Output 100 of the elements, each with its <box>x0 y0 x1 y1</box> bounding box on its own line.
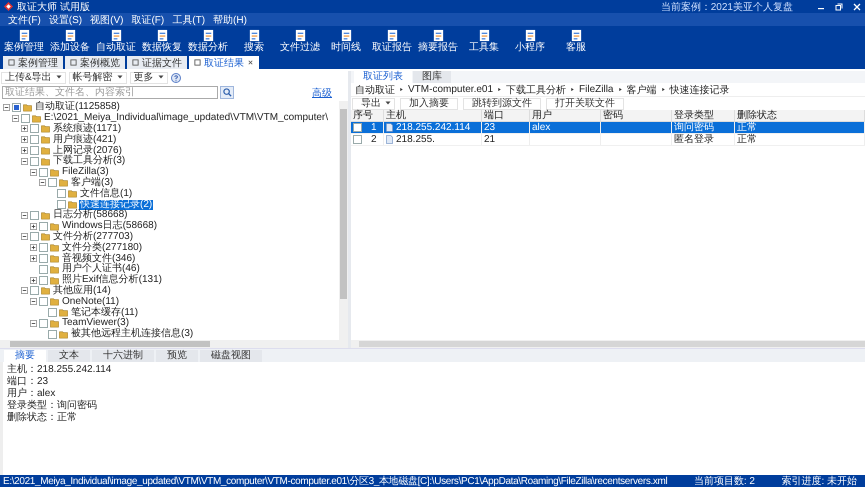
checkbox[interactable] <box>39 168 48 177</box>
toolbar-button[interactable]: 数据分析 <box>186 28 230 52</box>
tree-item[interactable]: 日志分析(58668) <box>52 210 128 220</box>
tab[interactable]: 证据文件 <box>127 56 187 69</box>
tab[interactable]: 图库 <box>413 71 451 83</box>
tree-item[interactable]: 自动取证(1125858) <box>34 102 121 112</box>
breadcrumb-item[interactable]: 自动取证 <box>355 82 395 96</box>
tree-item[interactable]: 音视频文件(346) <box>61 254 136 264</box>
expand-toggle[interactable] <box>21 136 28 144</box>
dropdown-button[interactable]: 更多 <box>130 72 168 84</box>
collapse-toggle[interactable] <box>39 179 46 186</box>
toolbar-button[interactable]: 搜索 <box>232 28 276 52</box>
tree-item[interactable]: 下载工具分析(3) <box>52 156 126 166</box>
checkbox[interactable] <box>12 102 21 112</box>
restore-icon[interactable] <box>835 2 843 10</box>
toolbar-button[interactable]: 打开关联文件 <box>546 98 624 110</box>
expand-toggle[interactable] <box>30 244 37 252</box>
checkbox[interactable] <box>57 189 66 198</box>
tab[interactable]: 文本 <box>48 350 90 362</box>
toolbar-button[interactable]: 工具集 <box>462 28 506 52</box>
checkbox[interactable] <box>39 276 48 285</box>
column-header[interactable]: 端口 <box>482 110 530 121</box>
tree-item[interactable]: 文件分类(277180) <box>61 242 144 253</box>
tree-item[interactable]: FileZilla(3) <box>61 167 110 178</box>
collapse-toggle[interactable] <box>21 287 28 294</box>
checkbox[interactable] <box>39 264 48 274</box>
column-header[interactable]: 密码 <box>601 110 672 121</box>
expand-toggle[interactable] <box>30 276 37 284</box>
collapse-toggle[interactable] <box>30 298 37 306</box>
tab[interactable]: 摘要 <box>4 350 46 362</box>
breadcrumb-item[interactable]: 下载工具分析 <box>506 82 566 96</box>
tab[interactable]: 磁盘视图 <box>200 350 262 362</box>
column-header[interactable]: 删除状态 <box>735 110 865 121</box>
checkbox[interactable] <box>30 210 39 220</box>
table-row[interactable]: 2 218.255. 21 匿名登录 正常 <box>351 134 865 146</box>
column-header[interactable]: 登录类型 <box>672 110 735 121</box>
expand-toggle[interactable] <box>30 222 37 230</box>
checkbox[interactable] <box>353 135 362 144</box>
horizontal-scrollbar[interactable] <box>351 340 865 348</box>
checkbox[interactable] <box>353 123 362 132</box>
checkbox[interactable] <box>48 178 57 188</box>
breadcrumb-item[interactable]: 客户端 <box>626 82 656 96</box>
menu-item[interactable]: 文件(F) <box>4 12 45 26</box>
vertical-scrollbar[interactable] <box>339 101 348 340</box>
horizontal-scrollbar[interactable] <box>0 340 348 348</box>
tab[interactable]: 取证列表 <box>354 71 412 83</box>
search-button[interactable] <box>220 86 234 99</box>
collapse-toggle[interactable] <box>12 114 19 122</box>
toolbar-button[interactable]: 加入摘要 <box>400 98 458 110</box>
toolbar-button[interactable]: 添加设备 <box>48 28 92 52</box>
toolbar-button[interactable]: 时间线 <box>324 28 368 52</box>
checkbox[interactable] <box>39 297 48 306</box>
checkbox[interactable] <box>39 254 48 264</box>
menu-item[interactable]: 设置(S) <box>44 12 86 26</box>
dropdown-button[interactable]: 帐号解密 <box>68 72 127 84</box>
toolbar-button[interactable]: 案例管理 <box>2 28 46 52</box>
dropdown-button[interactable]: 上传&导出 <box>1 72 66 84</box>
collapse-toggle[interactable] <box>30 168 37 176</box>
checkbox[interactable] <box>39 243 48 252</box>
tree-item[interactable]: 笔记本缓存(11) <box>70 308 140 318</box>
checkbox[interactable] <box>21 114 30 123</box>
tab[interactable]: 案例管理 <box>3 56 63 69</box>
advanced-link[interactable]: 高级 <box>312 86 332 100</box>
checkbox[interactable] <box>39 318 48 328</box>
column-header[interactable]: 序号 <box>351 110 384 121</box>
tab[interactable]: 十六进制 <box>92 350 154 362</box>
tab[interactable]: 取证结果 <box>189 56 259 69</box>
collapse-toggle[interactable] <box>21 158 28 165</box>
checkbox[interactable] <box>57 200 66 210</box>
breadcrumb-item[interactable]: FileZilla <box>579 84 614 95</box>
checkbox[interactable] <box>30 135 39 144</box>
tree-item[interactable]: 文件信息(1) <box>79 188 134 199</box>
tree-item[interactable]: 用户个人证书(46) <box>61 264 141 274</box>
column-header[interactable]: 用户 <box>530 110 601 121</box>
checkbox[interactable] <box>39 222 48 231</box>
collapse-toggle[interactable] <box>21 212 28 219</box>
breadcrumb-item[interactable]: 快速连接记录 <box>670 82 730 96</box>
checkbox[interactable] <box>30 146 39 156</box>
tree-item[interactable]: OneNote(11) <box>61 296 120 307</box>
toolbar-button[interactable]: 摘要报告 <box>416 28 460 52</box>
tree-item[interactable]: 照片Exif信息分析(131) <box>61 275 164 286</box>
menu-item[interactable]: 视图(V) <box>86 12 128 26</box>
collapse-toggle[interactable] <box>21 233 28 240</box>
checkbox[interactable] <box>48 330 57 339</box>
checkbox[interactable] <box>48 308 57 318</box>
toolbar-button[interactable]: 小程序 <box>508 28 552 52</box>
toolbar-button[interactable]: 自动取证 <box>94 28 138 52</box>
tree-item[interactable]: E:\2021_Meiya_Individual\image_updated\VTM\VTM_computer\ <box>43 113 330 124</box>
expand-toggle[interactable] <box>21 147 28 154</box>
tree-item[interactable]: TeamViewer(3) <box>61 318 130 328</box>
column-header[interactable]: 主机 <box>384 110 482 121</box>
tab[interactable]: 案例概览 <box>65 56 125 69</box>
toolbar-button[interactable]: 客服 <box>554 28 598 52</box>
toolbar-button[interactable]: 文件过滤 <box>278 28 322 52</box>
toolbar-button[interactable]: 数据恢复 <box>140 28 184 52</box>
toolbar-button[interactable]: 导出 <box>352 98 395 110</box>
tree-item[interactable]: 系统痕迹(1171) <box>52 124 122 134</box>
tree-item[interactable]: 客户端(3) <box>70 178 114 188</box>
collapse-toggle[interactable] <box>3 104 10 111</box>
menu-item[interactable]: 工具(T) <box>168 12 210 26</box>
